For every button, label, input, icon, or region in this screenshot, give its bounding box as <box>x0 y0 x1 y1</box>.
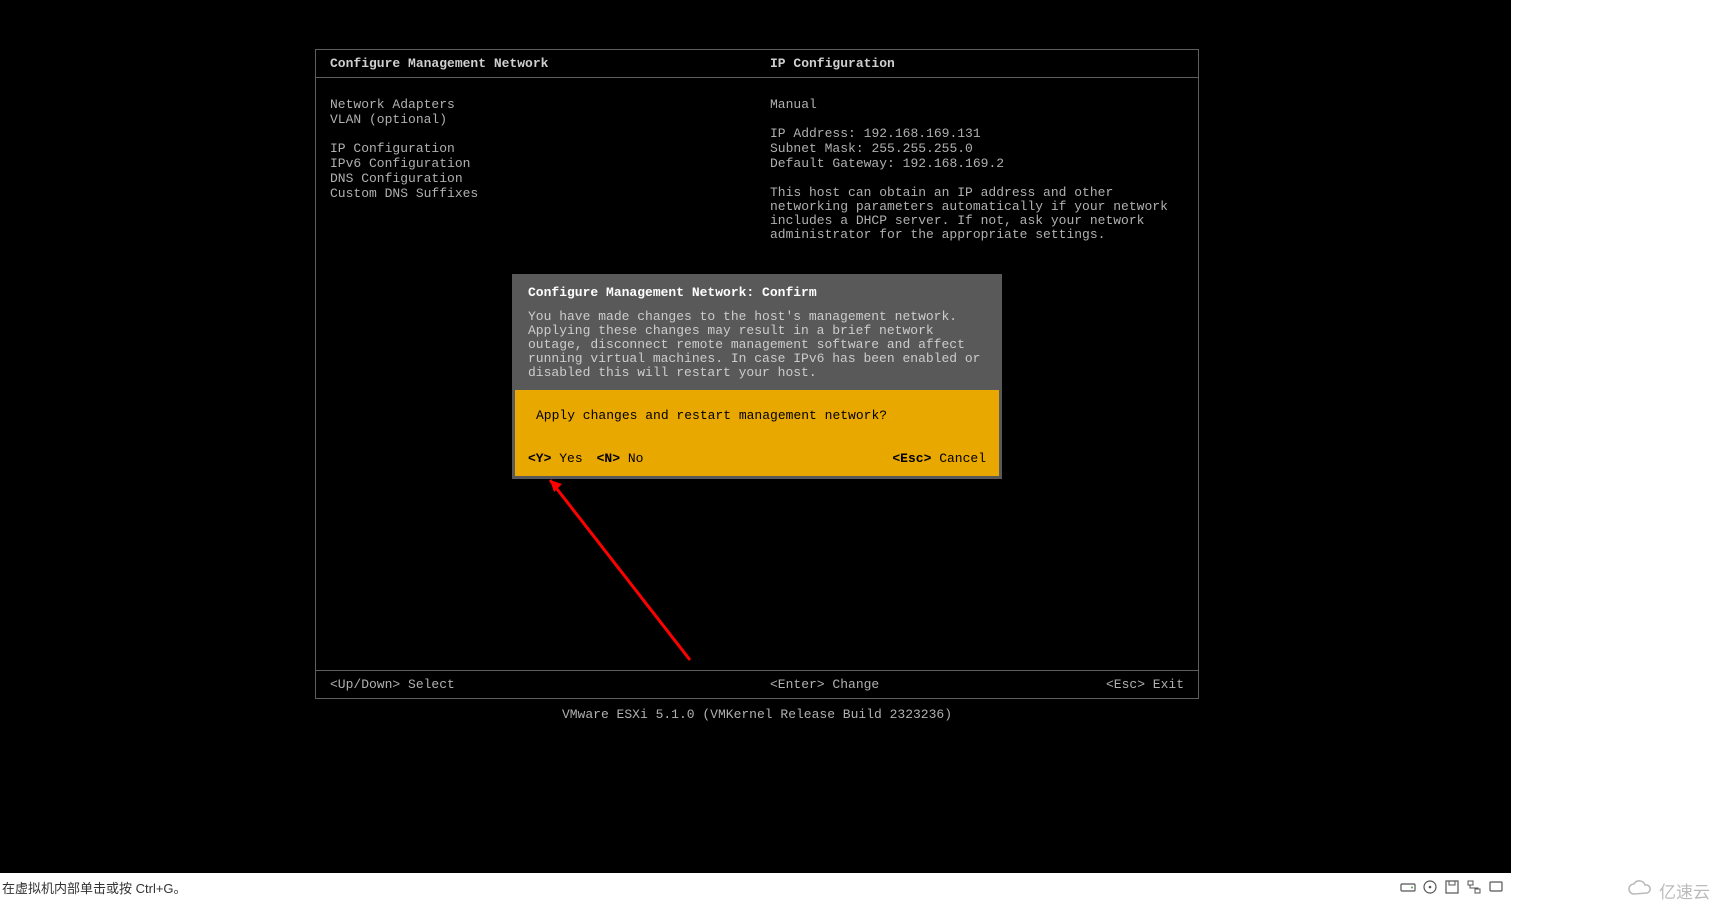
watermark: 亿速云 <box>1627 873 1710 907</box>
confirm-dialog: Configure Management Network: Confirm Yo… <box>512 274 1002 479</box>
default-gateway-label: Default Gateway: <box>770 156 895 171</box>
cdrom-icon[interactable] <box>1421 879 1439 895</box>
floppy-icon[interactable] <box>1443 879 1461 895</box>
cancel-label: Cancel <box>939 451 986 466</box>
default-gateway-row: Default Gateway: 192.168.169.2 <box>770 157 1184 171</box>
dialog-lower: Apply changes and restart management net… <box>515 390 999 476</box>
ip-address-value: 192.168.169.131 <box>864 126 981 141</box>
header-bar: Configure Management Network IP Configur… <box>316 50 1198 78</box>
subnet-mask-row: Subnet Mask: 255.255.255.0 <box>770 142 1184 156</box>
vm-focus-hint: 在虚拟机内部单击或按 Ctrl+G。 <box>2 878 187 897</box>
header-left-title: Configure Management Network <box>330 56 770 71</box>
default-gateway-value: 192.168.169.2 <box>903 156 1004 171</box>
subnet-mask-value: 255.255.255.0 <box>871 141 972 156</box>
subnet-mask-label: Subnet Mask: <box>770 141 864 156</box>
cloud-icon <box>1627 879 1653 902</box>
menu-spacer <box>330 128 770 142</box>
vm-statusbar <box>0 873 1511 907</box>
ip-address-label: IP Address: <box>770 126 856 141</box>
yes-button[interactable]: <Y> Yes <box>528 451 583 466</box>
harddisk-icon[interactable] <box>1399 879 1417 895</box>
dialog-upper: Configure Management Network: Confirm Yo… <box>515 277 999 390</box>
no-button[interactable]: <N> No <box>597 451 644 466</box>
network-icon[interactable] <box>1465 879 1483 895</box>
header-right-title: IP Configuration <box>770 56 1184 71</box>
dialog-body-text: You have made changes to the host's mana… <box>528 310 986 380</box>
menu-panel: Network Adapters VLAN (optional) IP Conf… <box>330 98 770 242</box>
message-icon[interactable] <box>1487 879 1505 895</box>
menu-item-network-adapters[interactable]: Network Adapters <box>330 98 770 112</box>
ip-mode: Manual <box>770 98 1184 112</box>
no-key: <N> <box>597 451 620 466</box>
menu-item-ip-config[interactable]: IP Configuration <box>330 142 770 156</box>
footer-updown: <Up/Down> Select <box>330 677 770 692</box>
watermark-text: 亿速云 <box>1659 878 1710 903</box>
vm-statusbar-icons <box>1399 879 1505 895</box>
menu-item-dns-config[interactable]: DNS Configuration <box>330 172 770 186</box>
info-paragraph: This host can obtain an IP address and o… <box>770 186 1184 242</box>
menu-item-vlan[interactable]: VLAN (optional) <box>330 113 770 127</box>
yes-key: <Y> <box>528 451 551 466</box>
footer-bar: <Up/Down> Select <Enter> Change <Esc> Ex… <box>316 670 1198 698</box>
footer-esc: <Esc> Exit <box>1034 677 1184 692</box>
footer-enter: <Enter> Change <box>770 677 1034 692</box>
product-line: VMware ESXi 5.1.0 (VMKernel Release Buil… <box>315 707 1199 722</box>
menu-item-dns-suffixes[interactable]: Custom DNS Suffixes <box>330 187 770 201</box>
no-label: No <box>628 451 644 466</box>
cancel-key: <Esc> <box>892 451 931 466</box>
ip-address-row: IP Address: 192.168.169.131 <box>770 127 1184 141</box>
vm-console: Configure Management Network IP Configur… <box>0 0 1511 873</box>
dialog-question: Apply changes and restart management net… <box>528 408 986 423</box>
yes-label: Yes <box>559 451 582 466</box>
dialog-button-row: <Y> Yes <N> No <Esc> Cancel <box>528 451 986 466</box>
cancel-button[interactable]: <Esc> Cancel <box>892 451 986 466</box>
menu-item-ipv6-config[interactable]: IPv6 Configuration <box>330 157 770 171</box>
info-panel: Manual IP Address: 192.168.169.131 Subne… <box>770 98 1184 242</box>
body: Network Adapters VLAN (optional) IP Conf… <box>316 78 1198 242</box>
dialog-title: Configure Management Network: Confirm <box>528 285 986 300</box>
